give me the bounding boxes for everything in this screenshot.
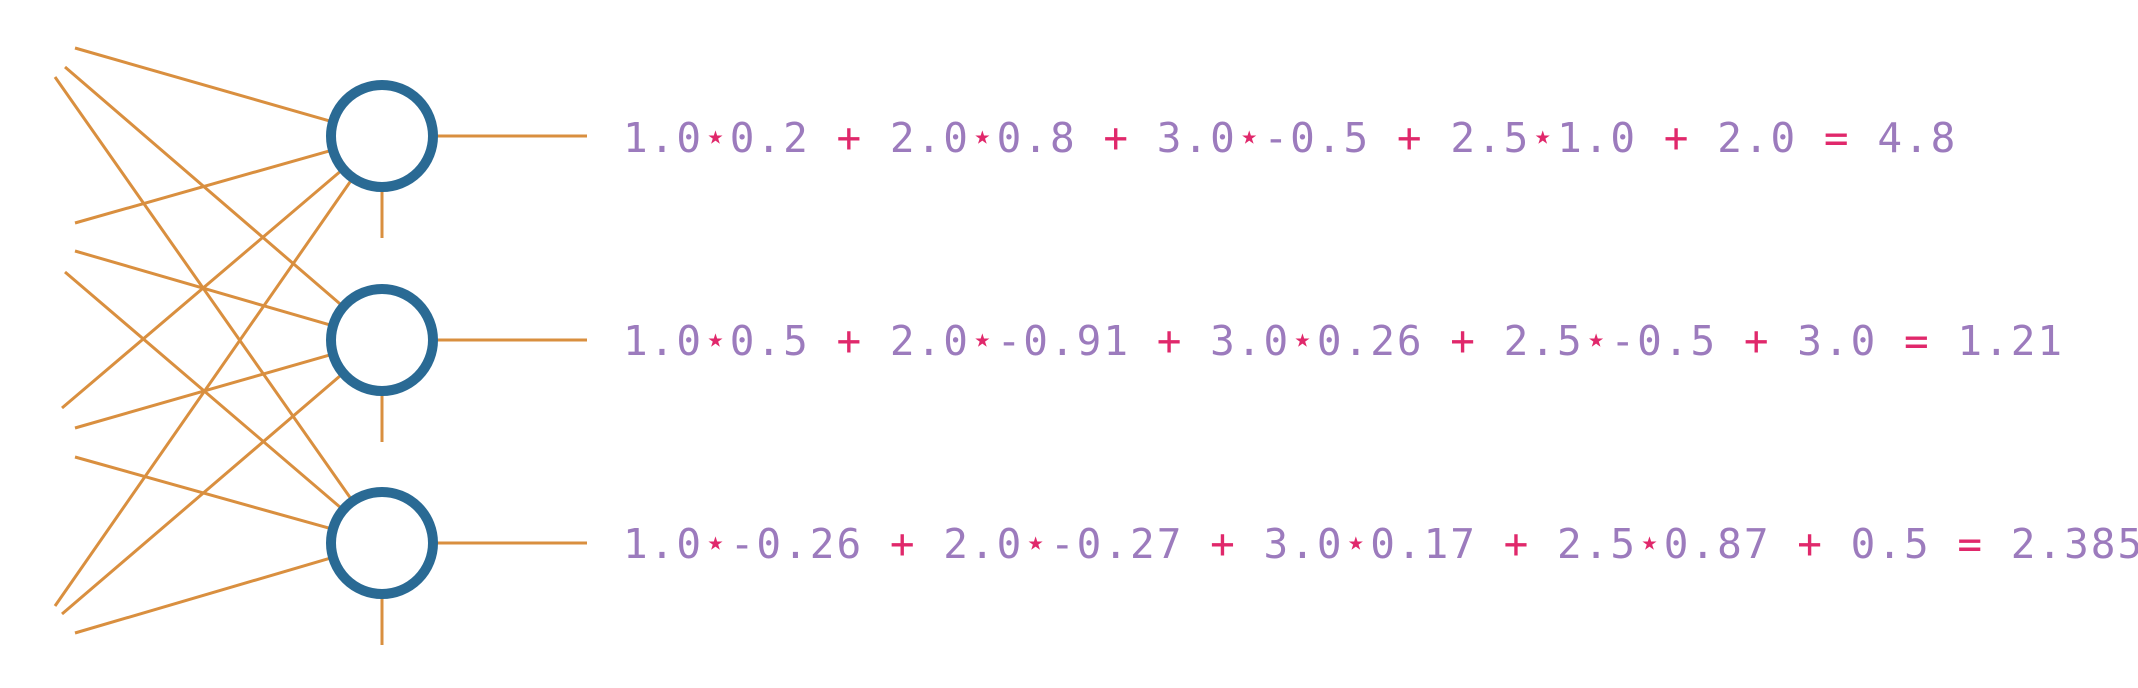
multiply-operator: ⋆ (1023, 520, 1050, 568)
input-value: 2.0 (889, 114, 970, 162)
weight-value: -0.5 (1610, 317, 1718, 365)
multiply-operator: ⋆ (1637, 520, 1664, 568)
bias-value: 3.0 (1797, 317, 1878, 365)
weight-value: 0.26 (1316, 317, 1424, 365)
neuron-2 (326, 284, 438, 396)
bias-value: 0.5 (1850, 520, 1931, 568)
plus-operator: + (809, 317, 890, 365)
weight-value: -0.27 (1049, 520, 1184, 568)
multiply-operator: ⋆ (969, 317, 997, 365)
neuron-1 (326, 80, 438, 192)
input-connection-2-1 (64, 65, 345, 308)
plus-operator: + (1370, 114, 1451, 162)
equals-operator: = (1930, 520, 2011, 568)
plus-operator: + (1770, 520, 1851, 568)
weight-value: 0.2 (729, 114, 810, 162)
input-value: 2.5 (1503, 317, 1584, 365)
plus-operator: + (809, 114, 890, 162)
plus-operator: + (863, 520, 944, 568)
multiply-operator: ⋆ (1583, 317, 1611, 365)
multiply-operator: ⋆ (703, 317, 730, 365)
input-value: 2.0 (889, 317, 970, 365)
weight-value: -0.26 (729, 520, 864, 568)
equation-neuron-3: 1.0⋆-0.26 + 2.0⋆-0.27 + 3.0⋆0.17 + 2.5⋆0… (623, 519, 2138, 569)
input-value: 3.0 (1156, 114, 1237, 162)
weight-value: 0.87 (1663, 520, 1771, 568)
plus-operator: + (1423, 317, 1504, 365)
weight-value: 1.0 (1557, 114, 1638, 162)
multiply-operator: ⋆ (1290, 317, 1317, 365)
equation-neuron-1: 1.0⋆0.2 + 2.0⋆0.8 + 3.0⋆-0.5 + 2.5⋆1.0 +… (623, 113, 1957, 163)
plus-operator: + (1717, 317, 1798, 365)
weight-value: -0.91 (996, 317, 1131, 365)
multiply-operator: ⋆ (1343, 520, 1371, 568)
weight-value: 0.17 (1370, 520, 1477, 568)
equals-operator: = (1877, 317, 1958, 365)
plus-operator: + (1476, 520, 1558, 568)
input-connection-3-1 (53, 76, 354, 503)
multiply-operator: ⋆ (1236, 114, 1264, 162)
plus-operator: + (1076, 114, 1157, 162)
output-value: 1.21 (1957, 317, 2065, 365)
multiply-operator: ⋆ (703, 520, 730, 568)
bias-value: 2.0 (1717, 114, 1798, 162)
output-value: 2.385 (2010, 520, 2138, 568)
equation-neuron-2: 1.0⋆0.5 + 2.0⋆-0.91 + 3.0⋆0.26 + 2.5⋆-0.… (623, 316, 2064, 366)
weight-value: 0.8 (996, 114, 1077, 162)
plus-operator: + (1637, 114, 1718, 162)
output-value: 4.8 (1877, 114, 1958, 162)
plus-operator: + (1183, 520, 1264, 568)
equals-operator: = (1797, 114, 1878, 162)
input-value: 3.0 (1210, 317, 1291, 365)
input-value: 2.5 (1557, 520, 1638, 568)
input-connection-3-2 (64, 270, 345, 512)
input-value: 2.0 (943, 520, 1024, 568)
input-value: 1.0 (623, 114, 704, 162)
plus-operator: + (1130, 317, 1211, 365)
weight-value: -0.5 (1263, 114, 1371, 162)
neural-layer-diagram: 1.0⋆0.2 + 2.0⋆0.8 + 3.0⋆-0.5 + 2.5⋆1.0 +… (0, 0, 2138, 688)
input-value: 3.0 (1263, 520, 1344, 568)
neuron-3 (326, 487, 438, 599)
input-value: 1.0 (623, 317, 704, 365)
multiply-operator: ⋆ (703, 114, 730, 162)
weight-value: 0.5 (729, 317, 810, 365)
input-value: 1.0 (623, 520, 704, 568)
multiply-operator: ⋆ (969, 114, 997, 162)
multiply-operator: ⋆ (1530, 114, 1558, 162)
input-value: 2.5 (1450, 114, 1531, 162)
